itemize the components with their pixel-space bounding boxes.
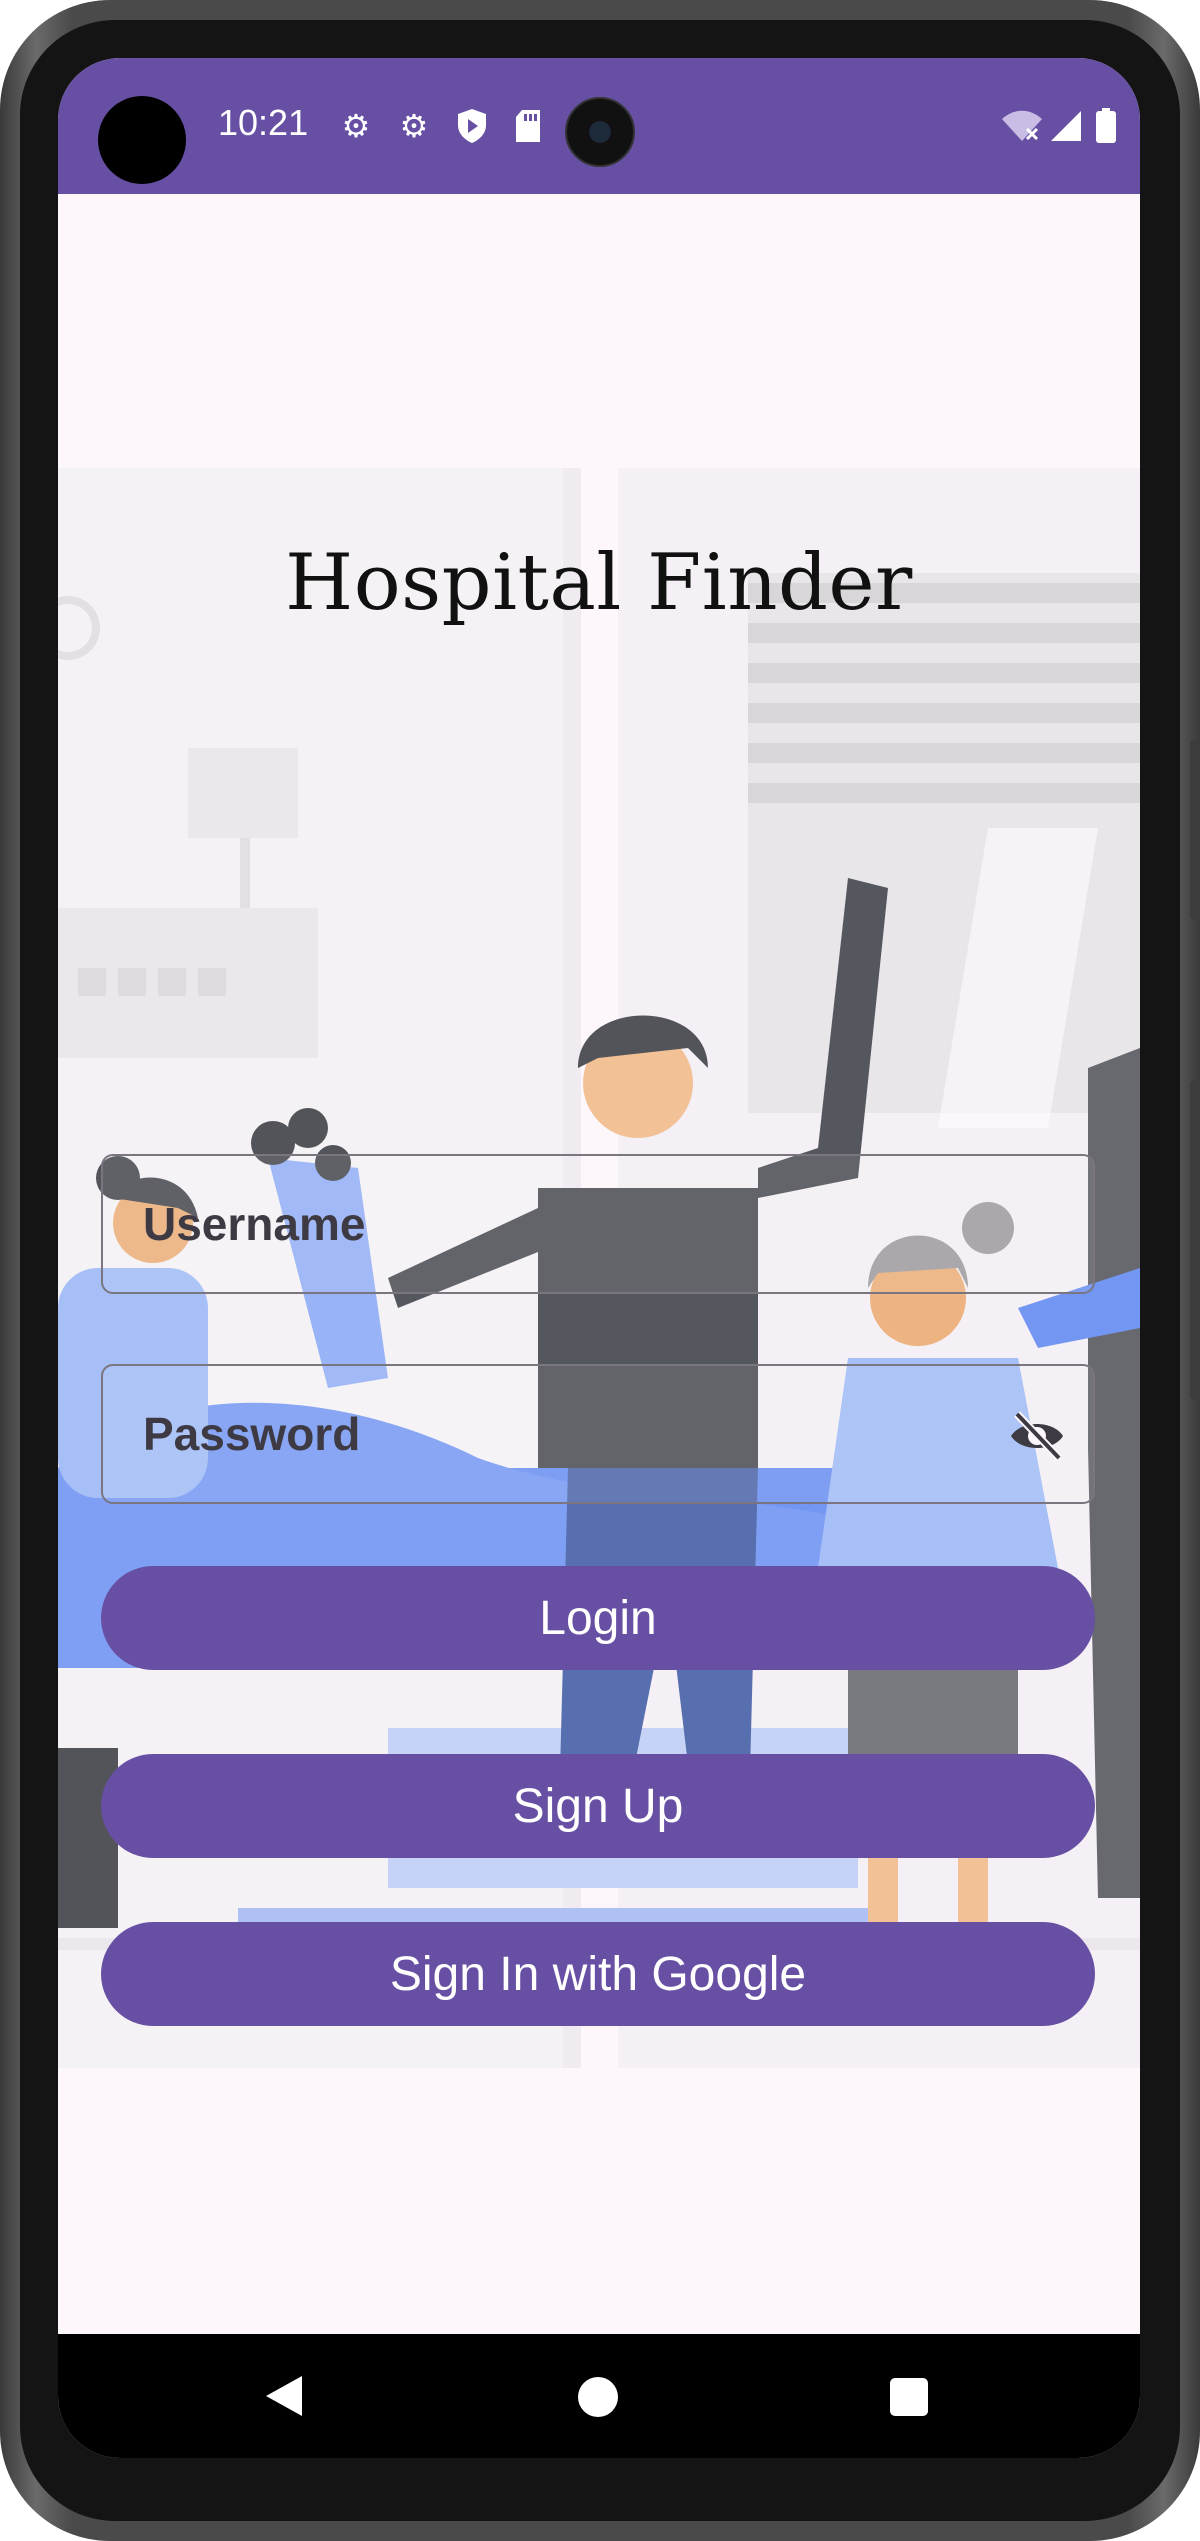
back-icon[interactable] bbox=[264, 2374, 304, 2418]
camera-cutout bbox=[98, 96, 186, 184]
signal-icon bbox=[1048, 108, 1084, 144]
sd-card-icon bbox=[510, 108, 546, 144]
navigation-bar bbox=[58, 2334, 1140, 2458]
phone-frame: 10:21 ⚙ ⚙ Hospital Finder Username Login… bbox=[0, 0, 1200, 2541]
home-icon[interactable] bbox=[578, 2377, 618, 2417]
status-time: 10:21 bbox=[218, 102, 309, 143]
login-button[interactable]: Login bbox=[101, 1566, 1095, 1670]
google-signin-button[interactable]: Sign In with Google bbox=[101, 1922, 1095, 2026]
screen: 10:21 ⚙ ⚙ Hospital Finder Username Login… bbox=[58, 58, 1140, 2458]
battery-icon bbox=[1094, 108, 1118, 144]
power-button bbox=[1190, 1080, 1200, 1400]
app-title: Hospital Finder bbox=[285, 538, 913, 628]
volume-button bbox=[1190, 740, 1200, 920]
wifi-off-icon bbox=[1000, 108, 1044, 144]
gear-icon: ⚙ bbox=[341, 107, 371, 145]
shield-play-icon bbox=[454, 108, 490, 144]
visibility-off-icon[interactable] bbox=[1007, 1408, 1067, 1464]
gear-icon: ⚙ bbox=[399, 107, 429, 145]
status-bar: 10:21 ⚙ ⚙ bbox=[58, 58, 1140, 194]
recents-icon[interactable] bbox=[890, 2378, 928, 2416]
password-input[interactable] bbox=[103, 1366, 1093, 1502]
signup-button[interactable]: Sign Up bbox=[101, 1754, 1095, 1858]
username-field[interactable] bbox=[101, 1154, 1095, 1294]
username-input[interactable] bbox=[103, 1156, 1093, 1292]
front-camera bbox=[565, 97, 635, 167]
password-field[interactable] bbox=[101, 1364, 1095, 1504]
